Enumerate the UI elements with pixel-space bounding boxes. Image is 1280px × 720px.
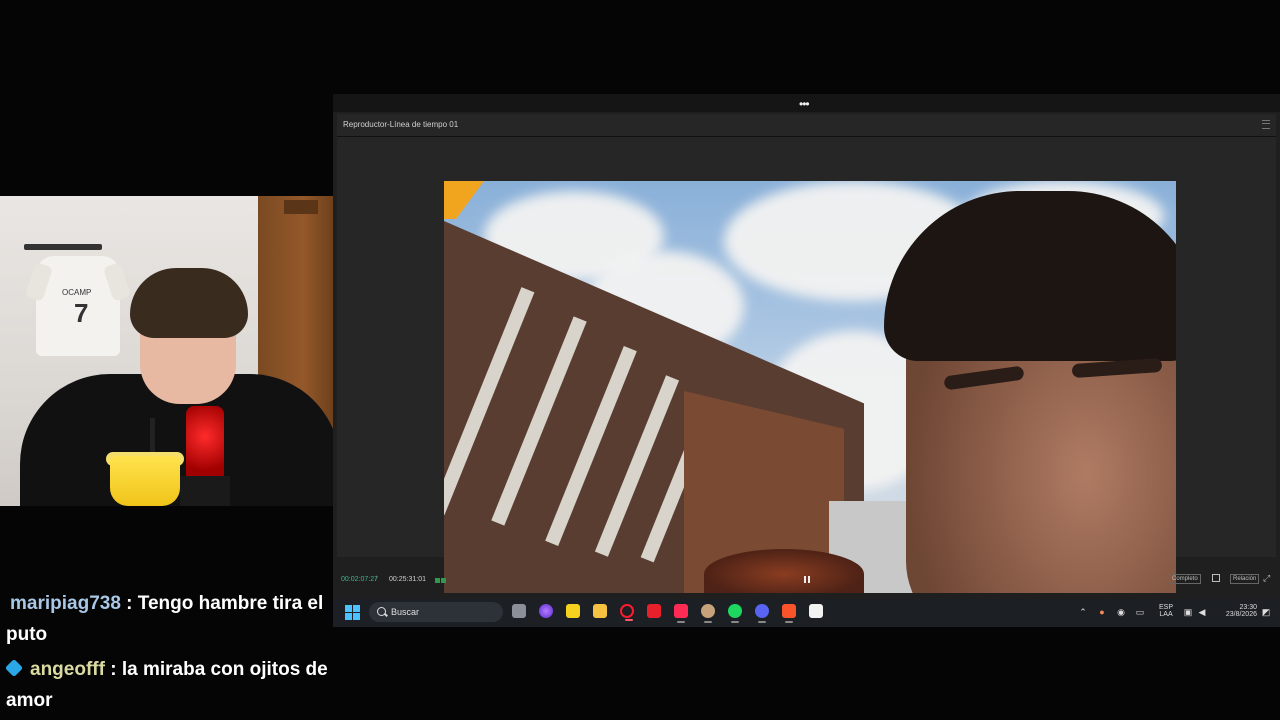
sticky-notes-icon[interactable]: [566, 604, 580, 618]
network-icon[interactable]: ◉: [1116, 607, 1126, 617]
clock-date: 23/8/2026: [1225, 611, 1257, 618]
file-explorer-icon[interactable]: [593, 604, 607, 618]
keyboard-icon[interactable]: ▭: [1135, 607, 1145, 617]
crane: [444, 181, 484, 219]
search-label: Buscar: [391, 607, 420, 617]
microphone: [186, 406, 224, 482]
fit-full-button[interactable]: Completo: [1169, 574, 1201, 584]
chevron-up-icon[interactable]: ⌃: [1078, 607, 1088, 617]
panel-menu-icon[interactable]: [1262, 120, 1270, 129]
display-icon[interactable]: ▣: [1183, 607, 1193, 617]
pause-button[interactable]: [804, 576, 810, 583]
viewer-panel: [337, 137, 1276, 593]
spotify-icon[interactable]: [728, 604, 742, 623]
notification-icon[interactable]: ◩: [1261, 607, 1271, 617]
tiktok-icon[interactable]: [674, 604, 688, 623]
jersey-name: OCAMP: [62, 288, 92, 297]
audio-meter-icon: [435, 578, 447, 583]
chat-overlay: maripiag738 : Tengo hambre tira el puto …: [4, 588, 328, 720]
video-frame[interactable]: [444, 181, 1176, 593]
panel-title: Reproductor-Línea de tiempo 01: [343, 120, 459, 129]
timecode-separator: /: [375, 576, 377, 583]
avatar-app-icon[interactable]: [701, 604, 715, 623]
aspect-ratio-button[interactable]: Relación: [1230, 574, 1260, 584]
chat-badge-icon: [4, 658, 24, 678]
opera-icon[interactable]: [620, 604, 634, 621]
volume-icon[interactable]: ◀: [1197, 607, 1207, 617]
cup: [110, 456, 180, 506]
chat-username: angeofff: [30, 659, 105, 680]
window-topbar: •••: [333, 94, 1280, 112]
brave-icon[interactable]: [782, 604, 796, 623]
search-box[interactable]: Buscar: [369, 602, 503, 622]
webcam-feed: OCAMP 7: [0, 196, 334, 506]
input-language[interactable]: ESP LAA: [1159, 604, 1173, 618]
wps-icon[interactable]: [647, 604, 661, 618]
chat-message: maripiag738 : Tengo hambre tira el puto: [6, 588, 328, 650]
clock-time: 23:30: [1239, 604, 1257, 611]
copilot-icon[interactable]: [539, 604, 553, 618]
panel-titlebar: Reproductor-Línea de tiempo 01: [337, 114, 1276, 137]
chat-username: maripiag738: [10, 593, 121, 614]
clock[interactable]: 23:30 23/8/2026: [1217, 604, 1257, 618]
microphone-stand: [180, 476, 230, 506]
more-options-icon[interactable]: •••: [799, 97, 810, 111]
task-view-icon[interactable]: [512, 604, 526, 618]
chat-message: angeofff : la miraba con ojitos de amor: [4, 654, 328, 716]
capcut-icon[interactable]: [809, 604, 823, 618]
windows-start-icon[interactable]: [345, 605, 360, 620]
jersey-number: 7: [74, 298, 89, 328]
transport-bar: 00:02:07:27 / 00:25:31:01 Completo Relac…: [337, 572, 1276, 588]
safe-area-icon[interactable]: [1212, 574, 1220, 582]
microphone-icon[interactable]: ●: [1097, 607, 1107, 617]
lang-code: ESP: [1159, 604, 1174, 611]
search-icon: [377, 607, 386, 616]
video-editor-window: ••• Reproductor-Línea de tiempo 01 00:02…: [333, 94, 1280, 627]
chat-separator: :: [104, 659, 122, 680]
taskbar: Buscar ⌃ ● ◉ ▭ ESP LAA ▣ ◀ 23:30 23/8/20…: [333, 599, 1280, 627]
discord-icon[interactable]: [755, 604, 769, 623]
streamer-hair: [130, 268, 248, 338]
chat-separator: :: [120, 593, 138, 614]
jersey: OCAMP 7: [24, 256, 132, 356]
jersey-hanger: [24, 244, 102, 250]
fullscreen-icon[interactable]: ⤢: [1263, 574, 1271, 583]
lang-layout: LAA: [1159, 611, 1173, 618]
timecode-duration: 00:25:31:01: [389, 576, 426, 583]
timecode-current[interactable]: 00:02:07:27: [341, 576, 378, 583]
